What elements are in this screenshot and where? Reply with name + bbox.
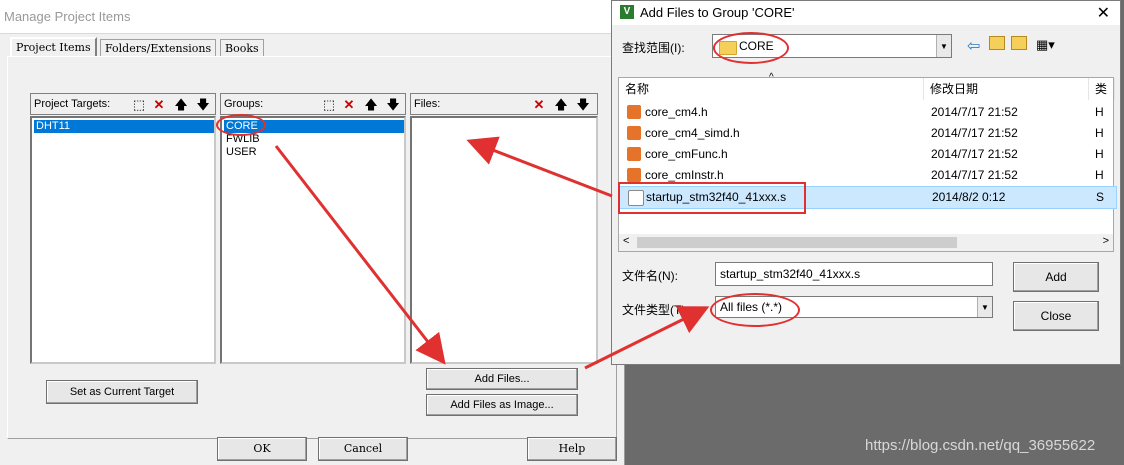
arrow-file-to-files-list [466, 136, 613, 198]
annotation-arrows [274, 136, 710, 370]
arrow-core-to-add-files [274, 145, 446, 365]
arrow-add-files-to-filetype [584, 306, 710, 370]
watermark: https://blog.csdn.net/qq_36955622 [865, 437, 1096, 454]
